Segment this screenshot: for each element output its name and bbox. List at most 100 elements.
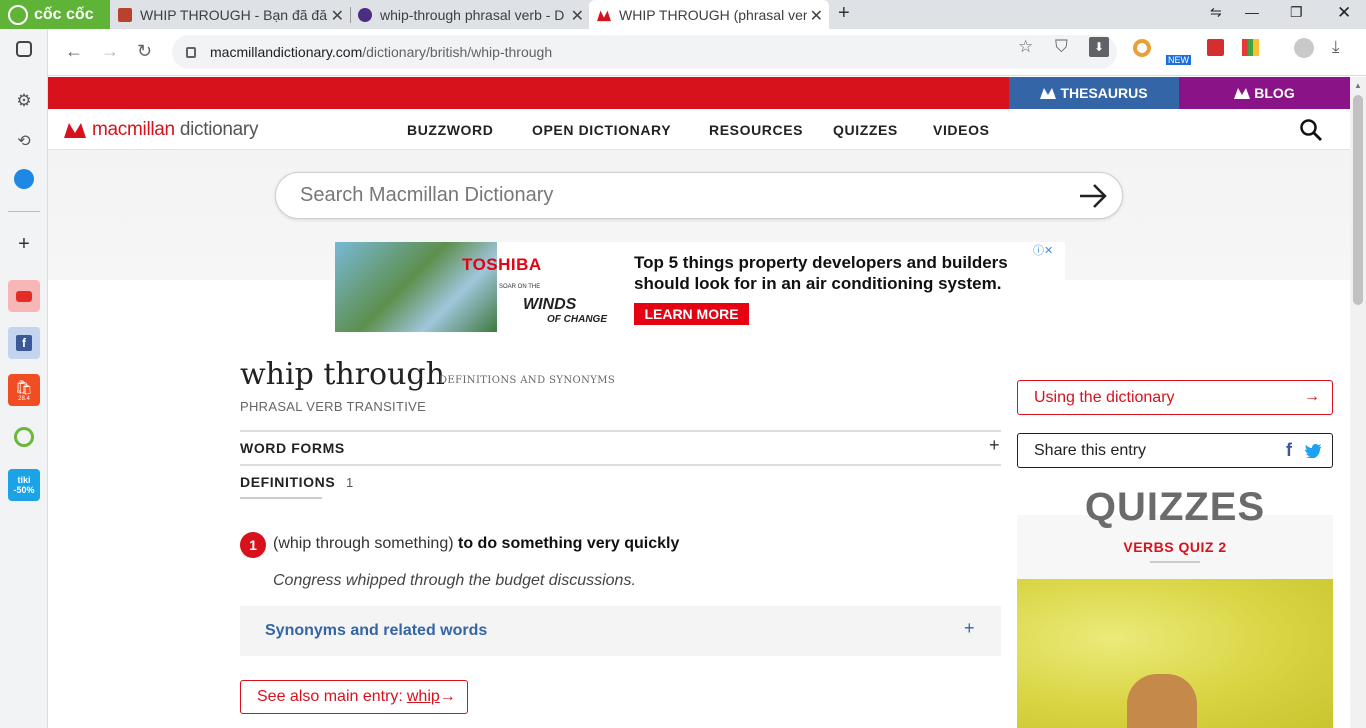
nav-open-dictionary[interactable]: OPEN DICTIONARY — [532, 122, 671, 138]
nav-quizzes[interactable]: QUIZZES — [833, 122, 898, 138]
new-extension-badge[interactable]: NEW — [1166, 55, 1191, 65]
twitter-share-icon[interactable] — [1305, 444, 1322, 458]
url-path: /dictionary/british/whip-through — [362, 44, 553, 60]
quiz-title: QUIZZES — [1084, 485, 1266, 529]
sidebar-divider — [8, 211, 40, 212]
shopee-bag-icon: 🛍 — [15, 378, 33, 395]
add-app-icon[interactable]: + — [12, 232, 36, 256]
definitions-underline — [240, 497, 322, 499]
part-of-speech: PHRASAL VERB TRANSITIVE — [240, 399, 427, 414]
sense-number-badge: 1 — [240, 532, 266, 558]
facebook-icon[interactable]: f — [8, 327, 40, 359]
tab-2[interactable]: whip-through phrasal verb - D ✕ — [350, 0, 590, 29]
history-icon[interactable]: ⟲ — [12, 129, 36, 153]
expand-plus-icon[interactable]: + — [989, 435, 1000, 456]
macmillan-mark-icon — [1040, 87, 1057, 99]
tab-1[interactable]: WHIP THROUGH - Bạn đã đăn ✕ — [110, 0, 351, 29]
lock-icon — [186, 46, 196, 58]
oxford-icon — [358, 7, 372, 22]
see-also-link[interactable]: whip — [407, 688, 440, 706]
share-label: Share this entry — [1034, 441, 1147, 459]
blog-link[interactable]: BLOG — [1179, 77, 1350, 109]
url-host: macmillandictionary.com — [210, 44, 363, 60]
search-icon[interactable] — [1299, 118, 1323, 142]
thesaurus-label: THESAURUS — [1060, 85, 1148, 101]
see-also-prefix: See also main entry: — [257, 688, 403, 705]
tab-3-active[interactable]: WHIP THROUGH (phrasal ver ✕ — [589, 0, 829, 29]
thesaurus-link[interactable]: THESAURUS — [1009, 77, 1179, 109]
shield-icon[interactable]: ⛉ — [1055, 37, 1068, 57]
shopee-icon[interactable]: 🛍 28.4 — [8, 374, 40, 406]
download-page-icon[interactable]: ⬇ — [1089, 37, 1109, 57]
forward-icon[interactable]: → — [101, 41, 119, 62]
toolbar: ← → ↻ macmillandictionary.com/dictionary… — [0, 29, 1366, 76]
headword: whip through — [240, 357, 445, 392]
headword-subtitle: DEFINITIONS AND SYNONYMS — [439, 375, 616, 386]
blog-label: BLOG — [1254, 85, 1295, 101]
facebook-share-icon[interactable]: f — [1286, 440, 1292, 461]
expand-plus-icon[interactable]: + — [964, 618, 975, 639]
share-entry-box: Share this entry f — [1017, 433, 1333, 468]
ad-learn-more-button[interactable]: LEARN MORE — [634, 303, 749, 325]
coccoc-brand[interactable]: cốc cốc — [0, 0, 110, 29]
ad-tagline-2: WINDS — [523, 296, 577, 313]
quiz-link[interactable]: VERBS QUIZ 2 — [1017, 539, 1333, 555]
profile-avatar[interactable] — [1294, 38, 1314, 58]
tiki-icon[interactable]: tiki -50% — [8, 469, 40, 501]
nav-resources[interactable]: RESOURCES — [709, 122, 803, 138]
advertisement-banner[interactable]: TOSHIBA SOAR ON THE WINDS OF CHANGE Top … — [335, 242, 1065, 332]
ad-choices-close-icon[interactable]: ⓘ✕ — [1033, 242, 1053, 258]
sense-text: to do something very quickly — [458, 535, 680, 552]
leaf-app-icon[interactable] — [8, 421, 40, 453]
search-submit-arrow-icon[interactable] — [1078, 183, 1108, 209]
sidebar-toggle-icon[interactable] — [16, 41, 32, 57]
example-sentence: Congress whipped through the budget disc… — [273, 572, 636, 589]
reload-icon[interactable]: ↻ — [137, 41, 152, 62]
synonyms-toggle[interactable]: Synonyms and related words + — [240, 606, 1001, 656]
scrollbar-thumb[interactable] — [1353, 95, 1363, 305]
synonyms-label: Synonyms and related words — [265, 622, 488, 639]
bookmark-star-icon[interactable]: ☆ — [1018, 37, 1033, 57]
sense-pattern: (whip through something) — [273, 535, 454, 552]
search-input[interactable]: Search Macmillan Dictionary — [275, 172, 1123, 219]
downloads-icon[interactable]: ⤓ — [1332, 37, 1340, 57]
back-icon[interactable]: ← — [65, 41, 83, 62]
page-scrollbar[interactable]: ▲ — [1350, 77, 1366, 728]
tab-search-icon[interactable]: ⇋ — [1210, 4, 1222, 21]
close-tab-icon[interactable]: ✕ — [810, 6, 823, 26]
quiz-divider — [1150, 561, 1200, 563]
youtube-icon[interactable] — [8, 280, 40, 312]
site-header: macmillan dictionary BUZZWORD OPEN DICTIO… — [48, 109, 1350, 150]
using-dictionary-button[interactable]: Using the dictionary → — [1017, 380, 1333, 415]
messenger-icon[interactable] — [14, 169, 34, 189]
divider — [240, 464, 1001, 466]
close-tab-icon[interactable]: ✕ — [571, 6, 584, 26]
scroll-up-icon[interactable]: ▲ — [1354, 81, 1362, 90]
new-tab-icon[interactable]: + — [838, 2, 850, 25]
nav-buzzword[interactable]: BUZZWORD — [407, 122, 493, 138]
puzzle-piece-gap — [1127, 674, 1197, 728]
see-also-box[interactable]: See also main entry: whip → — [240, 680, 468, 714]
nav-videos[interactable]: VIDEOS — [933, 122, 990, 138]
macmillan-favicon-icon — [597, 10, 611, 21]
quiz-promo[interactable]: QUIZZES VERBS QUIZ 2 — [1017, 485, 1333, 728]
definitions-count: 1 — [346, 475, 354, 490]
minimize-icon[interactable]: — — [1245, 4, 1259, 20]
ad-tagline-3: OF CHANGE — [547, 314, 607, 325]
extension-red-icon[interactable] — [1207, 39, 1224, 56]
web-page: THESAURUS BLOG macmillan dictionary BUZZW… — [48, 77, 1350, 728]
macmillan-logo-icon — [64, 123, 86, 138]
address-bar[interactable]: macmillandictionary.com/dictionary/briti… — [172, 35, 1117, 69]
close-tab-icon[interactable]: ✕ — [331, 6, 344, 26]
ad-headline: Top 5 things property developers and bui… — [634, 253, 1008, 293]
close-window-icon[interactable]: ✕ — [1337, 3, 1351, 23]
extension-chrome-icon[interactable] — [1133, 39, 1151, 57]
settings-gear-icon[interactable]: ⚙ — [12, 89, 36, 113]
search-placeholder: Search Macmillan Dictionary — [300, 184, 554, 206]
macmillan-logo[interactable]: macmillan dictionary — [64, 119, 258, 141]
restore-icon[interactable]: ❐ — [1290, 4, 1303, 21]
sense-definition: (whip through something) to do something… — [273, 535, 679, 553]
puzzle-image — [1017, 579, 1333, 728]
word-forms-toggle[interactable]: WORD FORMS — [240, 440, 345, 456]
extension-color-icon[interactable] — [1242, 39, 1259, 56]
